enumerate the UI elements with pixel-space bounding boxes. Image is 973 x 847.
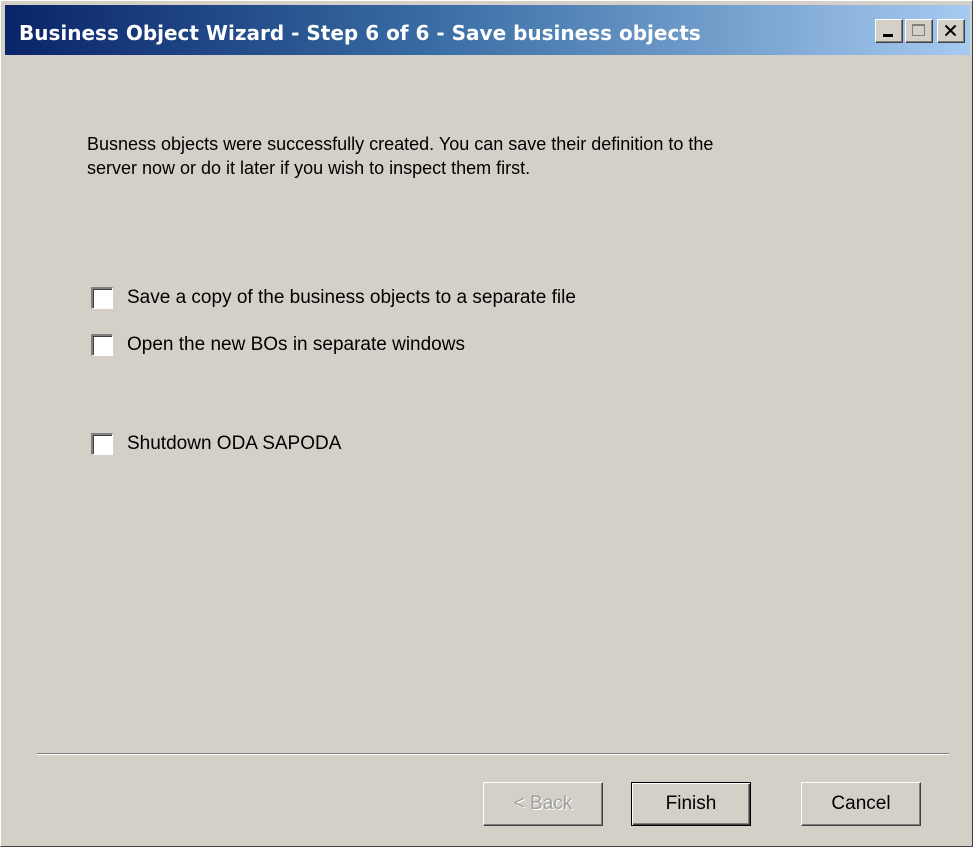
- footer-separator: [37, 753, 949, 755]
- save-copy-label[interactable]: Save a copy of the business objects to a…: [127, 287, 576, 309]
- cancel-button[interactable]: Cancel: [801, 782, 921, 826]
- minimize-icon: [883, 34, 893, 37]
- maximize-button[interactable]: [905, 19, 933, 43]
- save-copy-checkbox[interactable]: [91, 287, 113, 309]
- close-icon: [944, 24, 957, 37]
- description-line: Busness objects were successfully create…: [87, 134, 714, 154]
- window-title: Business Object Wizard - Step 6 of 6 - S…: [19, 21, 701, 45]
- back-button[interactable]: < Back: [483, 782, 603, 826]
- shutdown-oda-checkbox[interactable]: [91, 433, 113, 455]
- open-new-bos-option[interactable]: Open the new BOs in separate windows: [91, 332, 465, 358]
- open-new-bos-checkbox[interactable]: [91, 334, 113, 356]
- description-line: server now or do it later if you wish to…: [87, 158, 531, 178]
- title-bar[interactable]: Business Object Wizard - Step 6 of 6 - S…: [5, 5, 970, 55]
- description-text: Busness objects were successfully create…: [87, 132, 887, 180]
- minimize-button[interactable]: [875, 19, 903, 43]
- save-copy-option[interactable]: Save a copy of the business objects to a…: [91, 285, 576, 311]
- shutdown-oda-label[interactable]: Shutdown ODA SAPODA: [127, 433, 341, 455]
- open-new-bos-label[interactable]: Open the new BOs in separate windows: [127, 334, 465, 356]
- shutdown-oda-option[interactable]: Shutdown ODA SAPODA: [91, 431, 341, 457]
- maximize-icon: [912, 24, 925, 36]
- finish-button[interactable]: Finish: [631, 782, 751, 826]
- wizard-window: Business Object Wizard - Step 6 of 6 - S…: [0, 0, 973, 847]
- close-button[interactable]: [937, 19, 965, 43]
